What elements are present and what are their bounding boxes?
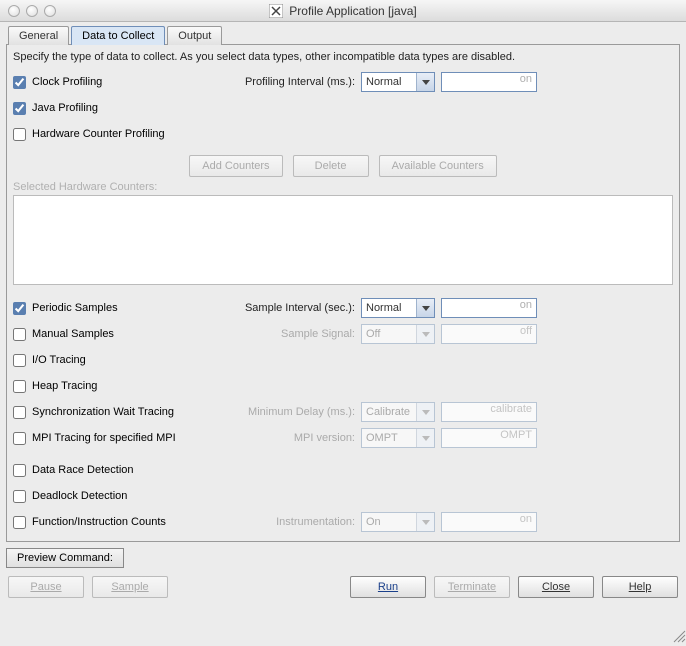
tab-data-to-collect[interactable]: Data to Collect: [71, 26, 165, 45]
close-window-icon[interactable]: [8, 5, 20, 17]
deadlock-checkbox[interactable]: [13, 490, 26, 503]
resize-grip-icon[interactable]: [670, 627, 686, 643]
min-delay-input: calibrate: [441, 402, 537, 422]
profiling-interval-label: Profiling Interval (ms.):: [219, 76, 361, 88]
chevron-down-icon[interactable]: [416, 299, 434, 317]
chevron-down-icon: [416, 403, 434, 421]
titlebar: Profile Application [java]: [0, 0, 686, 22]
clock-profiling-label: Clock Profiling: [32, 76, 102, 88]
mpi-tracing-checkbox[interactable]: [13, 432, 26, 445]
clock-profiling-checkbox[interactable]: [13, 76, 26, 89]
periodic-samples-checkbox[interactable]: [13, 302, 26, 315]
terminate-button: Terminate: [434, 576, 510, 598]
chevron-down-icon: [416, 429, 434, 447]
run-button[interactable]: Run: [350, 576, 426, 598]
sample-signal-select: Off: [361, 324, 435, 344]
zoom-window-icon[interactable]: [44, 5, 56, 17]
periodic-samples-label: Periodic Samples: [32, 302, 118, 314]
io-tracing-label: I/O Tracing: [32, 354, 86, 366]
min-delay-label: Minimum Delay (ms.):: [229, 406, 361, 418]
chevron-down-icon: [416, 325, 434, 343]
delete-button[interactable]: Delete: [293, 155, 369, 177]
dialog-footer: Pause Sample Run Terminate Close Help: [0, 568, 686, 604]
sample-interval-label: Sample Interval (sec.):: [219, 302, 361, 314]
heap-tracing-checkbox[interactable]: [13, 380, 26, 393]
instrumentation-input: on: [441, 512, 537, 532]
selected-hw-counters-label: Selected Hardware Counters:: [13, 181, 673, 193]
manual-samples-checkbox[interactable]: [13, 328, 26, 341]
selected-hw-counters-list[interactable]: [13, 195, 673, 285]
minimize-window-icon[interactable]: [26, 5, 38, 17]
sync-wait-tracing-label: Synchronization Wait Tracing: [32, 406, 174, 418]
mpi-tracing-label: MPI Tracing for specified MPI: [32, 432, 176, 444]
instrumentation-select: On: [361, 512, 435, 532]
preview-command-button[interactable]: Preview Command:: [6, 548, 124, 568]
window-title: Profile Application [java]: [289, 4, 416, 18]
help-button[interactable]: Help: [602, 576, 678, 598]
sample-signal-label: Sample Signal:: [219, 328, 361, 340]
panel-description: Specify the type of data to collect. As …: [13, 51, 673, 63]
deadlock-label: Deadlock Detection: [32, 490, 127, 502]
hardware-counter-label: Hardware Counter Profiling: [32, 128, 165, 140]
func-inst-label: Function/Instruction Counts: [32, 516, 166, 528]
tab-bar: General Data to Collect Output: [6, 26, 680, 45]
mpi-version-input: OMPT: [441, 428, 537, 448]
heap-tracing-label: Heap Tracing: [32, 380, 97, 392]
tab-panel: Specify the type of data to collect. As …: [6, 44, 680, 542]
close-button[interactable]: Close: [518, 576, 594, 598]
java-profiling-label: Java Profiling: [32, 102, 98, 114]
sample-button: Sample: [92, 576, 168, 598]
pause-button: Pause: [8, 576, 84, 598]
sample-signal-input: off: [441, 324, 537, 344]
chevron-down-icon[interactable]: [416, 73, 434, 91]
tab-general[interactable]: General: [8, 26, 69, 45]
sample-interval-input[interactable]: on: [441, 298, 537, 318]
func-inst-checkbox[interactable]: [13, 516, 26, 529]
window-controls: [8, 5, 56, 17]
sync-wait-tracing-checkbox[interactable]: [13, 406, 26, 419]
add-counters-button[interactable]: Add Counters: [189, 155, 282, 177]
chevron-down-icon: [416, 513, 434, 531]
app-x-icon: [269, 4, 283, 18]
data-race-label: Data Race Detection: [32, 464, 134, 476]
data-race-checkbox[interactable]: [13, 464, 26, 477]
profiling-interval-select[interactable]: Normal: [361, 72, 435, 92]
hardware-counter-checkbox[interactable]: [13, 128, 26, 141]
java-profiling-checkbox[interactable]: [13, 102, 26, 115]
manual-samples-label: Manual Samples: [32, 328, 114, 340]
available-counters-button[interactable]: Available Counters: [379, 155, 497, 177]
tab-output[interactable]: Output: [167, 26, 222, 45]
mpi-version-label: MPI version:: [229, 432, 361, 444]
sample-interval-select[interactable]: Normal: [361, 298, 435, 318]
instrumentation-label: Instrumentation:: [229, 516, 361, 528]
io-tracing-checkbox[interactable]: [13, 354, 26, 367]
min-delay-select: Calibrate: [361, 402, 435, 422]
mpi-version-select: OMPT: [361, 428, 435, 448]
profiling-interval-input[interactable]: on: [441, 72, 537, 92]
